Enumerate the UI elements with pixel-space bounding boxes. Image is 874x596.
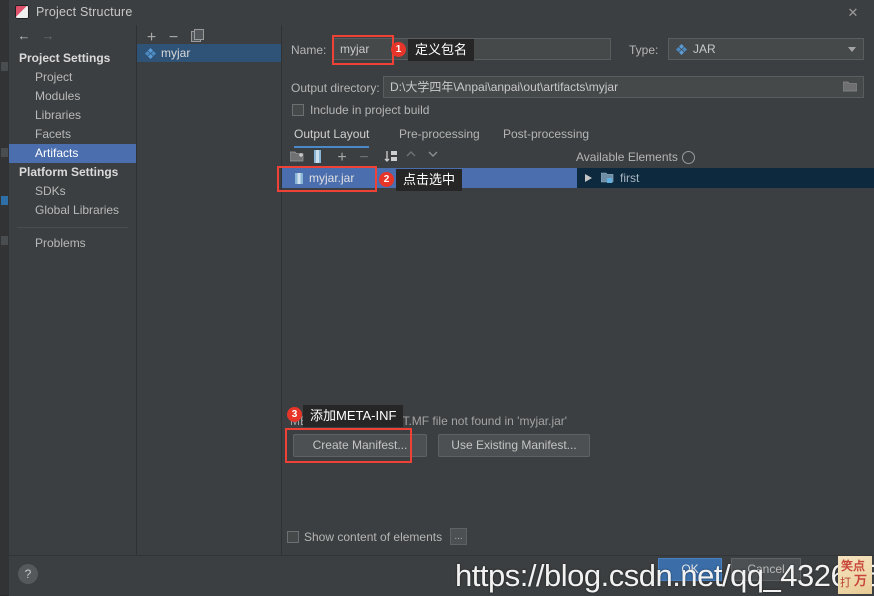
artifact-type-value: JAR (693, 42, 716, 56)
window-title: Project Structure (36, 5, 133, 19)
available-elements-title: Available Elements (576, 150, 678, 164)
tab-output-layout[interactable]: Output Layout (294, 127, 370, 148)
annotation-tip-3: 添加META-INF (303, 405, 404, 427)
artifact-type-select[interactable]: JAR (668, 38, 864, 60)
chevron-down-icon[interactable] (848, 47, 856, 52)
project-structure-dialog: Project Structure ✕ ← → Project Settings… (0, 0, 874, 596)
idea-logo-icon (15, 5, 29, 19)
create-manifest-label: Create Manifest... (312, 438, 408, 452)
move-down-icon[interactable] (428, 150, 444, 166)
jar-artifact-icon (145, 48, 156, 59)
include-in-build-text: Include in project build (310, 103, 430, 117)
sidebar-item-modules[interactable]: Modules (9, 87, 136, 106)
question-mark-icon[interactable]: question-mark-icon (682, 151, 695, 164)
title-bar: Project Structure ✕ (9, 0, 874, 26)
use-existing-manifest-label: Use Existing Manifest... (451, 438, 577, 452)
output-layout-toolbar: + − (286, 148, 576, 168)
show-content-checkbox[interactable] (287, 531, 299, 543)
folder-browse-icon[interactable] (843, 80, 857, 92)
nav-history-controls: ← → (15, 28, 75, 46)
artifact-list-pane: + − myjar (137, 25, 282, 555)
chevron-right-icon[interactable] (585, 174, 592, 182)
module-icon (601, 172, 614, 184)
nav-group-project-settings: Project Settings (19, 51, 111, 65)
sidebar-item-artifacts[interactable]: Artifacts (9, 144, 136, 163)
archive-icon (294, 173, 304, 184)
tab-post-processing[interactable]: Post-processing (503, 127, 589, 146)
sidebar-item-problems[interactable]: Problems (9, 234, 136, 253)
annotation-badge-2: 2 (379, 172, 394, 187)
available-elements-row-first[interactable]: first (577, 168, 874, 188)
move-up-icon[interactable] (406, 150, 422, 166)
show-content-options-button[interactable]: ... (450, 528, 467, 545)
artifact-list-item-label: myjar (161, 46, 191, 60)
available-elements-row-label: first (620, 171, 640, 185)
use-existing-manifest-button[interactable]: Use Existing Manifest... (438, 434, 590, 457)
close-icon[interactable]: ✕ (840, 4, 866, 21)
sidebar-item-libraries[interactable]: Libraries (9, 106, 136, 125)
watermark-url: https://blog.csdn.net/qq_43263647 (455, 558, 874, 593)
tab-pre-processing[interactable]: Pre-processing (399, 127, 480, 146)
output-layout-row-label: myjar.jar (309, 171, 355, 185)
sidebar-item-facets[interactable]: Facets (9, 125, 136, 144)
output-directory-input[interactable]: D:\大学四年\Anpai\anpai\out\artifacts\myjar (383, 76, 864, 98)
include-in-build-checkbox[interactable] (292, 104, 304, 116)
watermark-stamp: 笑点 万 打 (838, 556, 872, 594)
arrow-right-icon[interactable]: → (39, 28, 57, 43)
annotation-tip-2: 点击选中 (396, 169, 463, 191)
sidebar-item-sdks[interactable]: SDKs (9, 182, 136, 201)
settings-nav-pane: ← → Project Settings Project Modules Lib… (9, 25, 137, 555)
show-content-label: Show content of elements (304, 530, 443, 544)
create-manifest-button[interactable]: Create Manifest... (293, 434, 427, 457)
artifact-detail-pane: Name: myjar Type: JAR Output directory: … (282, 25, 874, 555)
help-button[interactable]: ? (18, 564, 38, 584)
name-label: Name: (291, 43, 327, 57)
include-in-build-label: Include in project build (310, 103, 429, 117)
artifact-list-item-myjar[interactable]: myjar (137, 44, 281, 62)
add-directory-icon[interactable] (290, 150, 306, 166)
annotation-badge-1: 1 (391, 42, 406, 57)
remove-element-icon[interactable]: − (356, 150, 372, 166)
arrow-left-icon[interactable]: ← (15, 28, 33, 43)
output-directory-label: Output directory: (291, 81, 380, 95)
type-label: Type: (629, 43, 659, 57)
annotation-badge-3: 3 (287, 407, 302, 422)
sidebar-item-project[interactable]: Project (9, 68, 136, 87)
nav-list: Project Settings Project Modules Librari… (9, 49, 136, 253)
add-element-icon[interactable]: + (334, 150, 350, 166)
nav-divider (17, 227, 128, 228)
stamp-line-3: 打 (840, 577, 851, 589)
sidebar-item-global-libraries[interactable]: Global Libraries (9, 201, 136, 220)
stamp-line-2: 万 (854, 573, 868, 588)
sort-icon[interactable] (384, 150, 400, 166)
nav-group-platform-settings: Platform Settings (19, 165, 119, 179)
annotation-tip-1: 定义包名 (408, 39, 475, 61)
jar-artifact-icon (676, 44, 687, 55)
add-archive-icon[interactable] (312, 150, 328, 166)
